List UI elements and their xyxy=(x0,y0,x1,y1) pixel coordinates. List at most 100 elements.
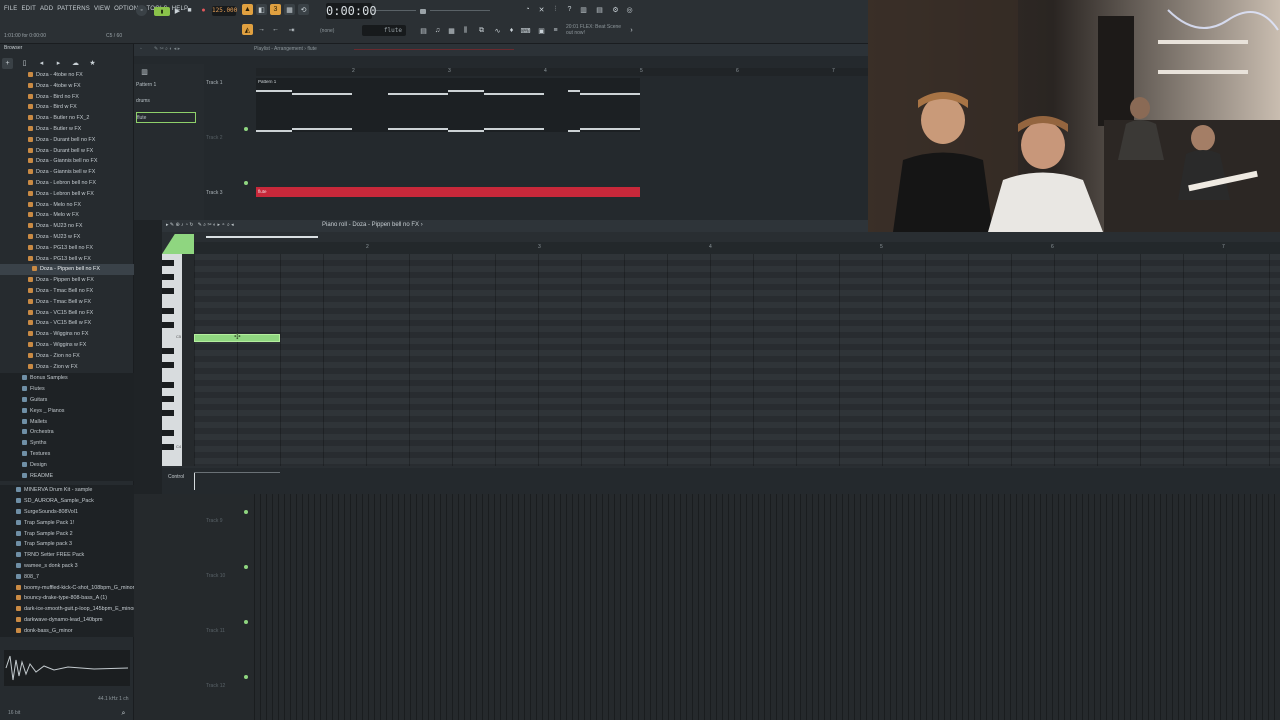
browser-forward-button[interactable]: ▸ xyxy=(53,58,64,69)
news-arrow-button[interactable]: › xyxy=(626,25,637,36)
prev-button[interactable]: ← xyxy=(270,24,281,35)
black-key[interactable] xyxy=(162,382,174,388)
track-mute-led[interactable] xyxy=(244,127,248,131)
black-key[interactable] xyxy=(162,396,174,402)
browser-folder-item[interactable]: Textures xyxy=(0,449,134,460)
snap-button[interactable]: ◭ xyxy=(242,24,253,35)
browser-file-item[interactable]: Doza - Zion no FX xyxy=(0,351,134,362)
playlist-grid-lower[interactable] xyxy=(254,494,1280,720)
browser-file-item[interactable]: Doza - MJ23 no FX xyxy=(0,221,134,232)
playlist-tools-icon[interactable]: ✎ ✂ ⌕ ◐ ◂ ▸ xyxy=(154,46,180,52)
browser-folder-item[interactable]: README xyxy=(0,470,134,482)
black-key[interactable] xyxy=(162,288,174,294)
track-label[interactable]: Track 3 xyxy=(206,190,254,196)
flute-clip[interactable]: flute xyxy=(256,187,640,197)
menu-edit[interactable]: EDIT xyxy=(21,6,35,12)
browser-sample-item[interactable]: dark-ice-smooth-guit.p-loop_145bpm_E_min… xyxy=(0,604,135,615)
project-button[interactable]: ▣ xyxy=(536,25,547,36)
pattern-clip[interactable]: Pattern 1 xyxy=(256,78,640,132)
browser-button[interactable]: ▤ xyxy=(594,4,605,15)
browser-folder-item[interactable]: Bonus Samples xyxy=(0,373,134,385)
browser-file-item[interactable]: Doza - 4tobe no FX xyxy=(0,70,134,81)
browser-file-item[interactable]: Doza - Melo w FX xyxy=(0,210,134,221)
black-key[interactable] xyxy=(162,274,174,280)
settings-button[interactable]: ⚙ xyxy=(610,4,621,15)
pattern-item[interactable]: drums xyxy=(136,96,196,107)
help-button[interactable]: ? xyxy=(564,4,575,15)
browser-file-item[interactable]: Doza - Wiggins no FX xyxy=(0,329,134,340)
track-label[interactable]: Track 1 xyxy=(206,80,254,86)
db-button[interactable]: ≡ xyxy=(550,25,561,36)
browser-file-item[interactable]: Doza - PG13 bell w FX xyxy=(0,254,134,265)
menu-patterns[interactable]: PATTERNS xyxy=(57,6,90,12)
black-key[interactable] xyxy=(162,430,174,436)
browser-folder-item[interactable]: Orchestra xyxy=(0,427,134,439)
browser-pack-item[interactable]: MINERVA Drum Kit - sample xyxy=(0,485,134,497)
browser-sample-item[interactable]: boomy-muffled-kick-C-shot_108bpm_G_minor xyxy=(0,582,134,594)
browser-file-item[interactable]: Doza - Pippen bell w FX xyxy=(0,275,134,286)
track-mute-led[interactable] xyxy=(244,510,248,514)
black-key[interactable] xyxy=(162,410,174,416)
black-key[interactable] xyxy=(162,362,174,368)
track-mute-led[interactable] xyxy=(244,565,248,569)
browser-sample-item[interactable]: donk-bass_G_minor xyxy=(0,625,134,637)
playlist-menu-icon[interactable]: ◦ xyxy=(140,46,142,52)
channel-rack-button[interactable]: ▥ xyxy=(578,4,589,15)
browser-file-item[interactable]: Doza - Pippen bell no FX xyxy=(0,264,134,276)
browser-file-item[interactable]: Doza - Zion w FX xyxy=(0,362,134,373)
browser-file-item[interactable]: Doza - PG13 bell no FX xyxy=(0,243,134,254)
pattern-selector[interactable]: flute xyxy=(362,25,406,36)
velocity-bar[interactable] xyxy=(194,472,195,490)
browser-file-item[interactable]: Doza - Wiggins w FX xyxy=(0,340,134,351)
master-volume-knob[interactable] xyxy=(420,9,426,14)
black-key[interactable] xyxy=(162,322,174,328)
browser-file-item[interactable]: Doza - Lebron bell w FX xyxy=(0,189,134,200)
pattern-item[interactable]: Pattern 1 xyxy=(136,80,196,91)
browser-file-item[interactable]: Doza - Durant bell w FX xyxy=(0,146,134,157)
browser-pack-item[interactable]: SD_AURORA_Sample_Pack xyxy=(0,496,134,507)
plugin-picker-button[interactable]: ⫶ xyxy=(550,4,561,15)
browser-add-button[interactable]: + xyxy=(2,57,13,69)
playlist-view-button[interactable]: ▤ xyxy=(418,25,429,36)
browser-file-item[interactable]: Doza - Bird w FX xyxy=(0,102,134,113)
browser-file-item[interactable]: Doza - Giannis bell no FX xyxy=(0,156,134,167)
menu-add[interactable]: ADD xyxy=(40,6,53,12)
pattern-song-toggle[interactable]: ◦ xyxy=(136,5,147,16)
pr-scroll-bar[interactable] xyxy=(206,236,318,238)
record-button[interactable]: ● xyxy=(198,5,209,16)
browser-sample-item[interactable]: darkwave-dynamo-lead_140bpm xyxy=(0,615,134,626)
browser-folder-item[interactable]: Guitars xyxy=(0,395,134,406)
browser-sample-item[interactable]: bouncy-drake-type-808-bass_A (1) xyxy=(0,593,134,605)
browser-file-item[interactable]: Doza - Bird no FX xyxy=(0,92,134,103)
menu-view[interactable]: VIEW xyxy=(94,6,110,12)
browser-pack-item[interactable]: 808_7 xyxy=(0,571,134,583)
black-key[interactable] xyxy=(162,444,174,450)
blend-notes-button[interactable]: ▦ xyxy=(284,4,295,15)
playlist-grid[interactable]: Pattern 1 flute xyxy=(256,72,868,220)
browser-pack-item[interactable]: Trap Sample pack 3 xyxy=(0,539,134,551)
news-panel[interactable]: 20:01 FLEX: Beat Scene out now! xyxy=(566,24,622,36)
black-key[interactable] xyxy=(162,260,174,266)
next-button[interactable]: → xyxy=(256,24,267,35)
countdown-button[interactable]: 3 xyxy=(270,4,281,15)
plugin-view-button[interactable]: ⧉ xyxy=(476,25,487,36)
browser-file-item[interactable]: Doza - VC15 Bell no FX xyxy=(0,308,134,319)
browser-file-item[interactable]: Doza - Butler no FX_2 xyxy=(0,113,134,124)
mixer-button[interactable]: ✕ xyxy=(536,4,547,15)
track-label[interactable]: Track 2 xyxy=(206,135,254,141)
mixer-view-button[interactable]: ⫼ xyxy=(460,25,471,36)
pattern-item-selected[interactable]: flute xyxy=(136,112,196,123)
browser-folder-item[interactable]: Mallets xyxy=(0,416,134,428)
browser-folder-item[interactable]: Design xyxy=(0,459,134,471)
browser-pack-item[interactable]: SurgeSounds-808Vol1 xyxy=(0,507,134,518)
menu-file[interactable]: FILE xyxy=(4,6,17,12)
metronome-button[interactable]: ▲ xyxy=(242,4,253,15)
browser-favorites-button[interactable]: ★ xyxy=(87,58,98,69)
wait-input-button[interactable]: ◧ xyxy=(256,4,267,15)
browser-files-button[interactable]: ▯ xyxy=(19,58,30,69)
browser-file-item[interactable]: Doza - Tmac Bell w FX xyxy=(0,297,134,308)
time-display[interactable]: 0:00:00 xyxy=(326,3,377,19)
play-button[interactable]: ▶ xyxy=(172,5,183,16)
browser-file-item[interactable]: Doza - Tmac Bell no FX xyxy=(0,286,134,297)
track-label[interactable]: Track 12 xyxy=(206,683,225,689)
